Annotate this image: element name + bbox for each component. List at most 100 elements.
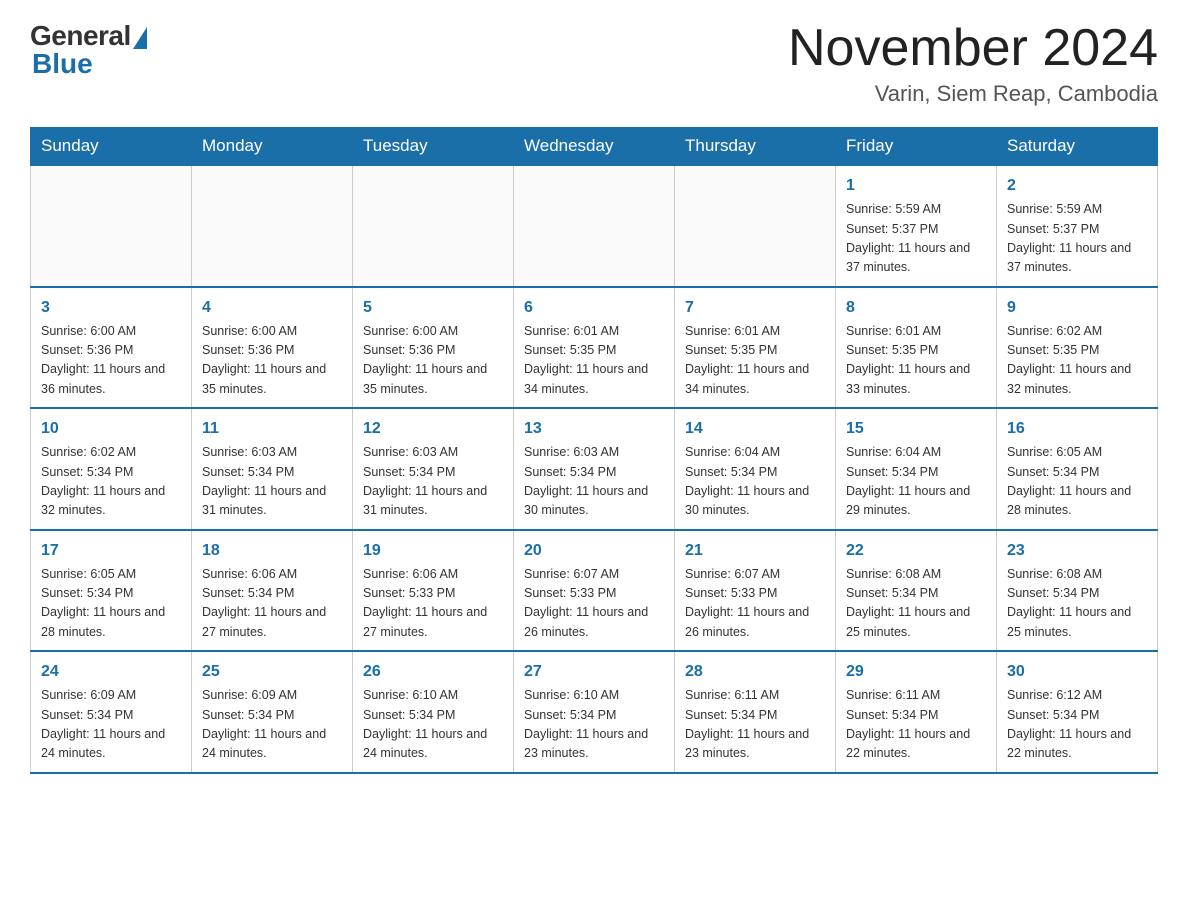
day-info: Sunrise: 6:02 AM Sunset: 5:34 PM Dayligh… [41,443,181,521]
day-info: Sunrise: 6:11 AM Sunset: 5:34 PM Dayligh… [846,686,986,764]
calendar-cell: 3Sunrise: 6:00 AM Sunset: 5:36 PM Daylig… [31,287,192,409]
calendar-week-row: 10Sunrise: 6:02 AM Sunset: 5:34 PM Dayli… [31,408,1158,530]
calendar-header-sunday: Sunday [31,128,192,166]
day-info: Sunrise: 6:00 AM Sunset: 5:36 PM Dayligh… [202,322,342,400]
calendar-cell [514,165,675,287]
day-info: Sunrise: 5:59 AM Sunset: 5:37 PM Dayligh… [1007,200,1147,278]
day-number: 14 [685,417,825,441]
calendar-cell [675,165,836,287]
day-number: 9 [1007,296,1147,320]
day-info: Sunrise: 6:01 AM Sunset: 5:35 PM Dayligh… [524,322,664,400]
day-number: 12 [363,417,503,441]
day-info: Sunrise: 6:11 AM Sunset: 5:34 PM Dayligh… [685,686,825,764]
day-info: Sunrise: 6:04 AM Sunset: 5:34 PM Dayligh… [685,443,825,521]
day-number: 4 [202,296,342,320]
day-number: 17 [41,539,181,563]
day-info: Sunrise: 6:00 AM Sunset: 5:36 PM Dayligh… [41,322,181,400]
calendar-cell: 20Sunrise: 6:07 AM Sunset: 5:33 PM Dayli… [514,530,675,652]
calendar-cell: 19Sunrise: 6:06 AM Sunset: 5:33 PM Dayli… [353,530,514,652]
logo-blue-text: Blue [32,48,93,80]
day-info: Sunrise: 6:03 AM Sunset: 5:34 PM Dayligh… [202,443,342,521]
day-number: 6 [524,296,664,320]
day-number: 24 [41,660,181,684]
day-number: 29 [846,660,986,684]
day-number: 2 [1007,174,1147,198]
day-info: Sunrise: 6:00 AM Sunset: 5:36 PM Dayligh… [363,322,503,400]
day-number: 8 [846,296,986,320]
calendar-cell: 29Sunrise: 6:11 AM Sunset: 5:34 PM Dayli… [836,651,997,773]
day-number: 30 [1007,660,1147,684]
day-number: 20 [524,539,664,563]
day-info: Sunrise: 6:06 AM Sunset: 5:33 PM Dayligh… [363,565,503,643]
day-info: Sunrise: 6:05 AM Sunset: 5:34 PM Dayligh… [41,565,181,643]
calendar-header-thursday: Thursday [675,128,836,166]
calendar-cell: 24Sunrise: 6:09 AM Sunset: 5:34 PM Dayli… [31,651,192,773]
calendar-cell: 26Sunrise: 6:10 AM Sunset: 5:34 PM Dayli… [353,651,514,773]
calendar-cell [192,165,353,287]
day-number: 25 [202,660,342,684]
calendar-cell: 30Sunrise: 6:12 AM Sunset: 5:34 PM Dayli… [997,651,1158,773]
day-number: 7 [685,296,825,320]
calendar-cell [31,165,192,287]
calendar-cell: 1Sunrise: 5:59 AM Sunset: 5:37 PM Daylig… [836,165,997,287]
day-info: Sunrise: 6:07 AM Sunset: 5:33 PM Dayligh… [685,565,825,643]
calendar-cell: 2Sunrise: 5:59 AM Sunset: 5:37 PM Daylig… [997,165,1158,287]
day-info: Sunrise: 6:06 AM Sunset: 5:34 PM Dayligh… [202,565,342,643]
calendar-cell: 11Sunrise: 6:03 AM Sunset: 5:34 PM Dayli… [192,408,353,530]
calendar-week-row: 17Sunrise: 6:05 AM Sunset: 5:34 PM Dayli… [31,530,1158,652]
calendar-header-friday: Friday [836,128,997,166]
calendar-cell: 22Sunrise: 6:08 AM Sunset: 5:34 PM Dayli… [836,530,997,652]
day-number: 27 [524,660,664,684]
calendar-header-saturday: Saturday [997,128,1158,166]
calendar-table: SundayMondayTuesdayWednesdayThursdayFrid… [30,127,1158,774]
day-info: Sunrise: 6:10 AM Sunset: 5:34 PM Dayligh… [363,686,503,764]
day-info: Sunrise: 6:01 AM Sunset: 5:35 PM Dayligh… [685,322,825,400]
calendar-cell: 17Sunrise: 6:05 AM Sunset: 5:34 PM Dayli… [31,530,192,652]
calendar-cell: 6Sunrise: 6:01 AM Sunset: 5:35 PM Daylig… [514,287,675,409]
calendar-cell: 21Sunrise: 6:07 AM Sunset: 5:33 PM Dayli… [675,530,836,652]
day-number: 5 [363,296,503,320]
calendar-cell: 15Sunrise: 6:04 AM Sunset: 5:34 PM Dayli… [836,408,997,530]
day-info: Sunrise: 6:09 AM Sunset: 5:34 PM Dayligh… [41,686,181,764]
calendar-cell: 14Sunrise: 6:04 AM Sunset: 5:34 PM Dayli… [675,408,836,530]
day-number: 18 [202,539,342,563]
day-number: 23 [1007,539,1147,563]
calendar-week-row: 3Sunrise: 6:00 AM Sunset: 5:36 PM Daylig… [31,287,1158,409]
day-info: Sunrise: 6:03 AM Sunset: 5:34 PM Dayligh… [524,443,664,521]
day-number: 22 [846,539,986,563]
calendar-cell: 18Sunrise: 6:06 AM Sunset: 5:34 PM Dayli… [192,530,353,652]
calendar-cell: 23Sunrise: 6:08 AM Sunset: 5:34 PM Dayli… [997,530,1158,652]
day-info: Sunrise: 6:08 AM Sunset: 5:34 PM Dayligh… [1007,565,1147,643]
day-info: Sunrise: 6:04 AM Sunset: 5:34 PM Dayligh… [846,443,986,521]
calendar-cell: 8Sunrise: 6:01 AM Sunset: 5:35 PM Daylig… [836,287,997,409]
calendar-cell [353,165,514,287]
day-number: 1 [846,174,986,198]
calendar-header-tuesday: Tuesday [353,128,514,166]
calendar-cell: 9Sunrise: 6:02 AM Sunset: 5:35 PM Daylig… [997,287,1158,409]
calendar-header-wednesday: Wednesday [514,128,675,166]
day-number: 10 [41,417,181,441]
day-info: Sunrise: 6:08 AM Sunset: 5:34 PM Dayligh… [846,565,986,643]
day-number: 26 [363,660,503,684]
month-title: November 2024 [788,20,1158,77]
calendar-cell: 27Sunrise: 6:10 AM Sunset: 5:34 PM Dayli… [514,651,675,773]
day-info: Sunrise: 5:59 AM Sunset: 5:37 PM Dayligh… [846,200,986,278]
day-number: 28 [685,660,825,684]
location-title: Varin, Siem Reap, Cambodia [788,81,1158,107]
calendar-week-row: 1Sunrise: 5:59 AM Sunset: 5:37 PM Daylig… [31,165,1158,287]
day-number: 16 [1007,417,1147,441]
calendar-cell: 13Sunrise: 6:03 AM Sunset: 5:34 PM Dayli… [514,408,675,530]
calendar-cell: 4Sunrise: 6:00 AM Sunset: 5:36 PM Daylig… [192,287,353,409]
page-header: General Blue November 2024 Varin, Siem R… [30,20,1158,107]
day-number: 3 [41,296,181,320]
day-number: 19 [363,539,503,563]
day-info: Sunrise: 6:07 AM Sunset: 5:33 PM Dayligh… [524,565,664,643]
day-number: 21 [685,539,825,563]
calendar-header-monday: Monday [192,128,353,166]
day-number: 15 [846,417,986,441]
calendar-cell: 12Sunrise: 6:03 AM Sunset: 5:34 PM Dayli… [353,408,514,530]
day-info: Sunrise: 6:02 AM Sunset: 5:35 PM Dayligh… [1007,322,1147,400]
day-info: Sunrise: 6:09 AM Sunset: 5:34 PM Dayligh… [202,686,342,764]
calendar-cell: 5Sunrise: 6:00 AM Sunset: 5:36 PM Daylig… [353,287,514,409]
day-info: Sunrise: 6:05 AM Sunset: 5:34 PM Dayligh… [1007,443,1147,521]
